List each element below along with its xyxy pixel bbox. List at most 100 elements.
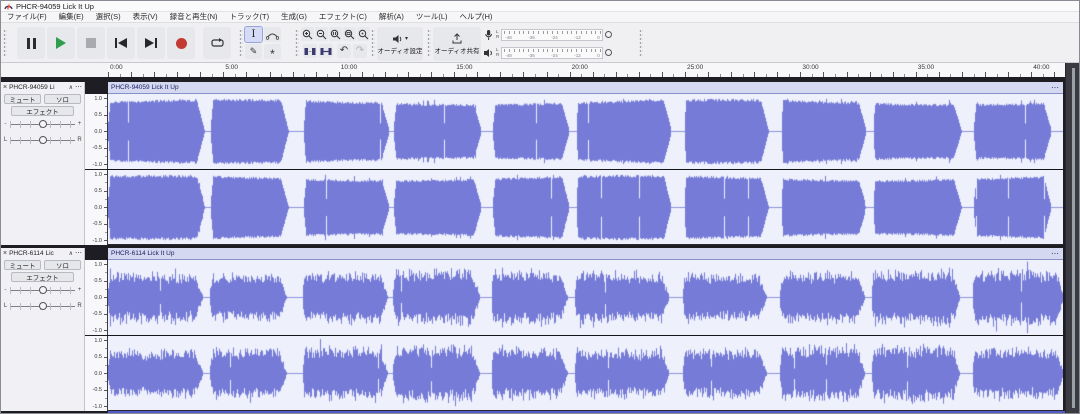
- zoom-in-button[interactable]: [301, 27, 314, 41]
- audacity-window: PHCR-94059 Lick It Up ファイル(F) 編集(E) 選択(S) 表…: [0, 0, 1080, 414]
- track-menu-button[interactable]: ⋯: [75, 84, 82, 91]
- selection-tool-button[interactable]: I: [244, 26, 263, 43]
- pause-button[interactable]: [17, 27, 45, 59]
- stop-button[interactable]: [77, 27, 105, 59]
- undo-button[interactable]: ↶: [337, 44, 351, 58]
- upload-icon: [452, 33, 462, 44]
- silence-audio-button[interactable]: [319, 44, 333, 58]
- menu-item-10[interactable]: ヘルプ(H): [454, 12, 499, 22]
- play-button[interactable]: [47, 27, 75, 59]
- pan-slider[interactable]: L R: [3, 135, 82, 145]
- track-1-name[interactable]: PHCR-94059 Li: [9, 84, 67, 91]
- toolbar-grip[interactable]: [371, 29, 375, 57]
- share-audio-button[interactable]: オーディオ共有: [433, 27, 481, 61]
- menu-item-1[interactable]: 編集(E): [53, 12, 90, 22]
- menu-item-7[interactable]: エフェクト(C): [313, 12, 373, 22]
- multi-tool-icon: *: [270, 46, 275, 61]
- recording-volume-slider[interactable]: [605, 31, 613, 38]
- clip-menu-button[interactable]: ⋯: [1051, 83, 1063, 91]
- close-track-button[interactable]: ×: [3, 84, 7, 92]
- waveform-right-channel[interactable]: [108, 336, 1063, 411]
- audio-clip[interactable]: PHCR-94059 Lick It Up ⋯: [108, 82, 1063, 245]
- menu-item-2[interactable]: 選択(S): [90, 12, 127, 22]
- scale-label: 0.5: [94, 354, 102, 360]
- waveform-left-channel[interactable]: [108, 94, 1063, 169]
- record-button[interactable]: [167, 27, 195, 59]
- solo-button[interactable]: ソロ: [44, 94, 81, 104]
- waveform-right-channel[interactable]: [108, 170, 1063, 245]
- menu-item-0[interactable]: ファイル(F): [1, 12, 53, 22]
- mute-button[interactable]: ミュート: [4, 260, 41, 270]
- solo-button[interactable]: ソロ: [44, 260, 81, 270]
- scale-label: 0.0: [94, 294, 102, 301]
- gain-max-label: +: [77, 121, 82, 127]
- skip-to-start-button[interactable]: [107, 27, 135, 59]
- menu-item-5[interactable]: トラック(T): [224, 12, 276, 22]
- vertical-scale-ruler[interactable]: 1.0 0.5 0.0 -0.5 -1.0: [85, 336, 108, 411]
- gain-slider-thumb[interactable]: [38, 119, 47, 128]
- waveform-left-channel[interactable]: [108, 260, 1063, 335]
- menu-item-8[interactable]: 解析(A): [373, 12, 410, 22]
- clip-header[interactable]: PHCR-94059 Lick It Up ⋯: [108, 82, 1063, 94]
- gain-min-label: -: [4, 121, 7, 127]
- track-2-name[interactable]: PHCR-6114 Lic: [9, 250, 67, 257]
- menu-item-3[interactable]: 表示(V): [127, 12, 164, 22]
- menu-item-6[interactable]: 生成(G): [275, 12, 313, 22]
- clip-header[interactable]: PHCR-6114 Lick It Up ⋯: [108, 248, 1063, 260]
- menu-item-9[interactable]: ツール(L): [410, 12, 454, 22]
- audio-clip[interactable]: PHCR-6114 Lick It Up ⋯: [108, 248, 1063, 411]
- toolbar-grip[interactable]: [639, 29, 643, 57]
- redo-button[interactable]: ↷: [353, 44, 367, 58]
- zoom-to-selection-button[interactable]: [329, 27, 342, 41]
- toolbar-grip[interactable]: [427, 29, 431, 57]
- vertical-scale-ruler[interactable]: 1.0 0.5 0.0 -0.5 -1.0: [85, 94, 108, 169]
- track-area: × PHCR-94059 Li ∧ ⋯ ミュート ソロ エフェクト - + L …: [1, 82, 1065, 413]
- scale-label: 0.0: [94, 204, 102, 211]
- toolbar-grip[interactable]: [3, 29, 7, 57]
- stop-icon: [86, 38, 96, 48]
- toolbar-grip[interactable]: [295, 29, 299, 57]
- recording-meter[interactable]: LR -48 -36 -24 -12 0: [483, 27, 633, 42]
- track-menu-button[interactable]: ⋯: [75, 250, 82, 257]
- gain-slider[interactable]: - +: [3, 119, 82, 129]
- zoom-out-button[interactable]: [315, 27, 328, 41]
- skip-to-end-button[interactable]: [137, 27, 165, 59]
- mute-button[interactable]: ミュート: [4, 94, 41, 104]
- track-1-control-panel: × PHCR-94059 Li ∧ ⋯ ミュート ソロ エフェクト - + L …: [1, 82, 85, 245]
- toolbar-grip[interactable]: [239, 29, 243, 57]
- timeline-label: 0:00: [110, 64, 123, 71]
- collapse-track-icon[interactable]: ∧: [69, 250, 73, 257]
- meter-channel-labels: LR: [496, 47, 500, 57]
- vertical-scale-ruler[interactable]: 1.0 0.5 0.0 -0.5 -1.0: [85, 170, 108, 245]
- pan-left-label: L: [3, 303, 8, 309]
- track-1: × PHCR-94059 Li ∧ ⋯ ミュート ソロ エフェクト - + L …: [1, 82, 1065, 245]
- pan-slider[interactable]: L R: [3, 301, 82, 311]
- timeline-ruler[interactable]: 0:00 5:00 10:00 15:00 20:00 25:00 30:00 35:00 40…: [108, 63, 1065, 77]
- vertical-scrollbar[interactable]: [1065, 63, 1079, 413]
- collapse-track-icon[interactable]: ∧: [69, 84, 73, 91]
- envelope-tool-button[interactable]: [264, 27, 281, 42]
- scrollbar-thumb[interactable]: [1072, 68, 1075, 408]
- gain-slider[interactable]: - +: [3, 285, 82, 295]
- playback-meter[interactable]: LR -48 -36 -24 -12 0: [483, 45, 633, 60]
- close-track-button[interactable]: ×: [3, 250, 7, 258]
- scale-label: -1.0: [92, 237, 102, 244]
- scale-label: -1.0: [92, 403, 102, 410]
- audio-setup-button[interactable]: ▾ オーディオ設定: [377, 27, 423, 61]
- clip-menu-button[interactable]: ⋯: [1051, 249, 1063, 257]
- loop-button[interactable]: [203, 27, 231, 59]
- effects-button[interactable]: エフェクト: [11, 272, 74, 282]
- gain-max-label: +: [77, 287, 82, 293]
- multi-tool-button[interactable]: *: [264, 44, 281, 61]
- zoom-toggle-button[interactable]: [357, 27, 370, 41]
- vertical-scale-ruler[interactable]: 1.0 0.5 0.0 -0.5 -1.0: [85, 260, 108, 335]
- draw-tool-button[interactable]: ✎: [245, 44, 262, 59]
- playback-volume-slider[interactable]: [605, 49, 613, 56]
- gain-slider-thumb[interactable]: [38, 285, 47, 294]
- trim-audio-button[interactable]: [303, 44, 317, 58]
- pan-slider-thumb[interactable]: [38, 301, 47, 310]
- menu-item-4[interactable]: 録音と再生(N): [164, 12, 224, 22]
- effects-button[interactable]: エフェクト: [11, 106, 74, 116]
- pan-slider-thumb[interactable]: [38, 135, 47, 144]
- fit-project-button[interactable]: [343, 27, 356, 41]
